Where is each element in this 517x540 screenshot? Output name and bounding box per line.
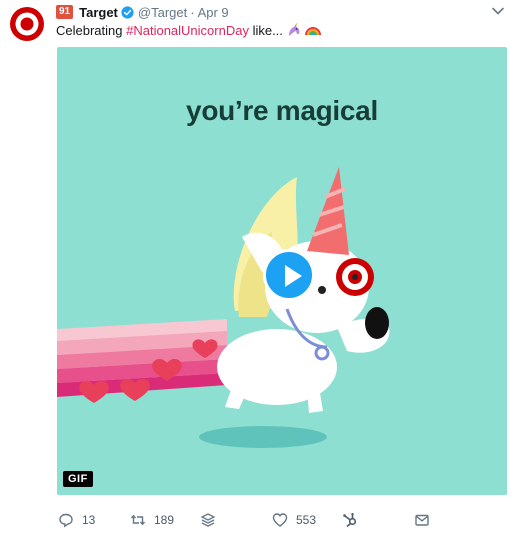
direct-message-button[interactable]	[414, 512, 430, 528]
notification-count-badge: 91	[56, 5, 74, 19]
layers-icon	[200, 513, 216, 527]
add-to-moment-button[interactable]	[200, 512, 216, 528]
gif-media-card[interactable]: you’re magical GIF	[57, 47, 507, 495]
play-icon	[285, 265, 302, 287]
target-logo-avatar[interactable]	[9, 6, 45, 42]
retweet-count: 189	[154, 513, 175, 527]
heart-icon	[272, 513, 288, 527]
hashtag-link[interactable]: #NationalUnicornDay	[126, 23, 249, 38]
reply-icon	[59, 513, 73, 528]
retweet-button[interactable]: 189	[130, 512, 174, 528]
reply-button[interactable]: 13	[58, 512, 95, 528]
verified-badge-icon	[121, 5, 134, 19]
rainbow-emoji-icon	[304, 27, 321, 36]
chevron-down-icon[interactable]	[491, 4, 505, 18]
separator: ·	[190, 4, 195, 20]
play-button[interactable]	[263, 249, 315, 301]
hubspot-icon	[343, 513, 357, 528]
account-name[interactable]: Target	[79, 5, 118, 20]
tweet-header: 91 Target @Target · Apr 9	[56, 3, 501, 21]
account-handle[interactable]: @Target	[138, 5, 187, 20]
tweet-text: Celebrating #NationalUnicornDay like...	[56, 22, 321, 38]
tweet-text-prefix: Celebrating	[56, 22, 127, 38]
retweet-icon	[130, 514, 146, 526]
tweet-text-suffix: like...	[248, 22, 283, 38]
unicorn-emoji-icon	[288, 22, 300, 36]
envelope-icon	[415, 514, 429, 526]
tweet-date[interactable]: Apr 9	[198, 5, 229, 20]
like-count: 553	[296, 513, 317, 527]
like-button[interactable]: 553	[272, 512, 316, 528]
reply-count: 13	[82, 513, 96, 527]
hubspot-share-button[interactable]	[342, 512, 358, 528]
gif-badge: GIF	[63, 471, 93, 487]
